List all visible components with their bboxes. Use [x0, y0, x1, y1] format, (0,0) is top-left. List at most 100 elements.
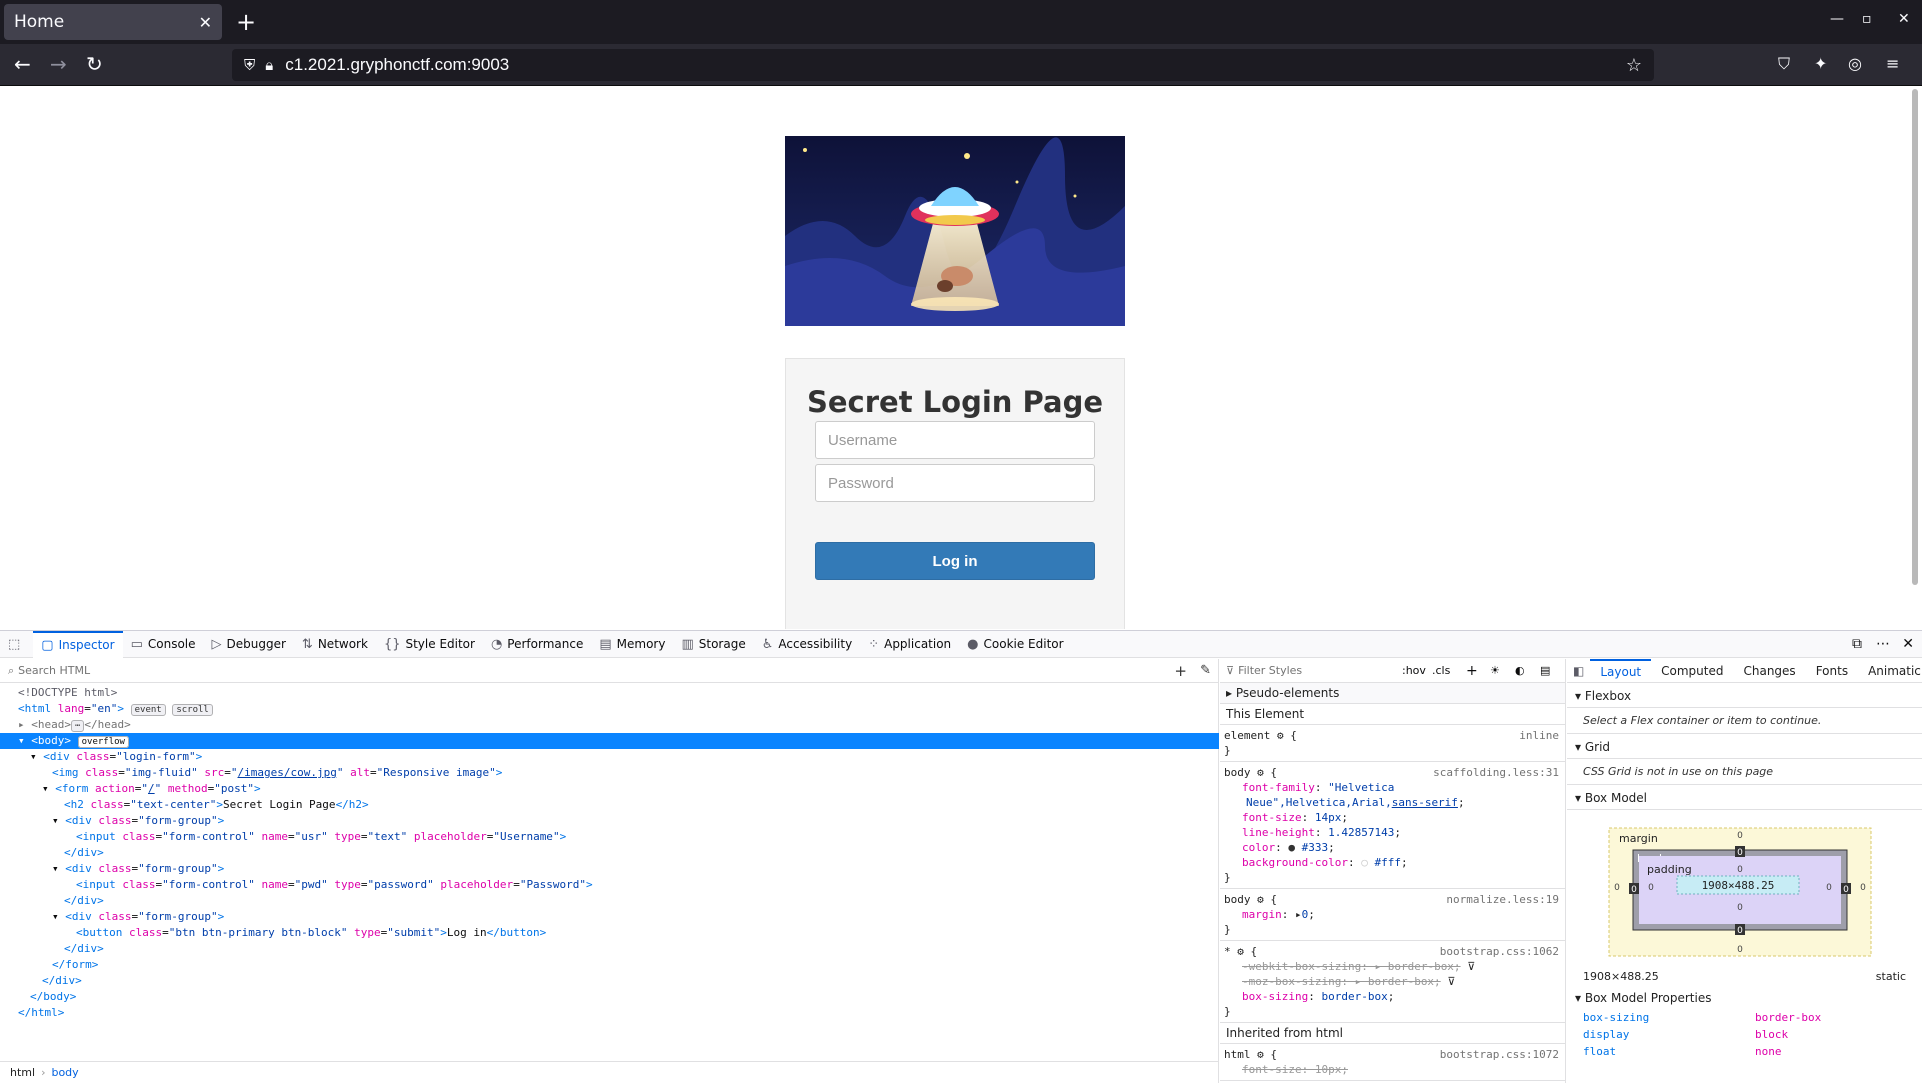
- more-options-icon[interactable]: ⋯: [1876, 636, 1890, 652]
- maximize-icon[interactable]: ▫: [1862, 11, 1872, 27]
- tab-console[interactable]: ▭ Console: [123, 631, 204, 658]
- url-bar[interactable]: ⛨ 🔒︎ c1.2021.gryphonctf.com:9003 ☆: [232, 49, 1654, 81]
- svg-text:0: 0: [1737, 848, 1743, 858]
- form-group-node[interactable]: ▾ <div class="form-group">: [0, 861, 1219, 877]
- element-picker-icon[interactable]: ⬚: [0, 631, 33, 658]
- button-node[interactable]: <button class="btn btn-primary btn-block…: [0, 925, 1219, 941]
- tab-performance[interactable]: ◔ Performance: [483, 631, 591, 658]
- doctype-line[interactable]: <!DOCTYPE html>: [0, 685, 1219, 701]
- h2-node[interactable]: <h2 class="text-center">Secret Login Pag…: [0, 797, 1219, 813]
- devtools-panel: ⬚ ▢ Inspector ▭ Console ▷ Debugger ⇅ Network…: [0, 630, 1922, 1083]
- this-element-heading: This Element: [1220, 704, 1565, 725]
- bookmark-star-icon[interactable]: ☆: [1626, 55, 1642, 76]
- form-group-node[interactable]: ▾ <div class="form-group">: [0, 813, 1219, 829]
- light-theme-icon[interactable]: ☀: [1490, 664, 1500, 677]
- print-media-icon[interactable]: ▤: [1540, 664, 1550, 677]
- add-node-icon[interactable]: +: [1174, 662, 1187, 680]
- hov-toggle[interactable]: :hov: [1402, 664, 1426, 677]
- menu-icon[interactable]: ≡: [1886, 52, 1899, 76]
- element-rule[interactable]: element ⚙ {inline}: [1220, 725, 1565, 762]
- box-size-row: 1908×488.25 static: [1567, 968, 1922, 985]
- color-swatch-icon: ●: [1288, 841, 1295, 854]
- body-rule-scaffolding[interactable]: body ⚙ {scaffolding.less:31 font-family:…: [1220, 762, 1565, 889]
- password-input-node[interactable]: <input class="form-control" name="pwd" t…: [0, 877, 1219, 893]
- tab-layout[interactable]: Layout: [1590, 659, 1652, 683]
- url-text[interactable]: c1.2021.gryphonctf.com:9003: [285, 55, 509, 75]
- head-node[interactable]: ▸ <head> ⋯ </head>: [0, 717, 1219, 733]
- flexbox-note: Select a Flex container or item to conti…: [1567, 708, 1922, 734]
- dark-theme-icon[interactable]: ◐: [1515, 664, 1525, 677]
- ufo-hero-image: [785, 136, 1125, 326]
- html-rule[interactable]: html ⚙ {bootstrap.css:1072 font-size: 10…: [1220, 1044, 1565, 1081]
- tab-inspector[interactable]: ▢ Inspector: [33, 630, 123, 658]
- html-node[interactable]: <html lang="en"> event scroll: [0, 701, 1219, 717]
- layout-view: ◧ Layout Computed Changes Fonts Animatic…: [1567, 659, 1922, 1083]
- browser-tab[interactable]: Home ✕: [4, 4, 222, 40]
- color-swatch-icon: ○: [1361, 856, 1368, 869]
- body-node[interactable]: ▾ <body> overflow: [0, 733, 1219, 749]
- div-close-node[interactable]: </div>: [0, 893, 1219, 909]
- dock-icon[interactable]: ⧉: [1852, 636, 1862, 652]
- box-size-text: 1908×488.25: [1583, 970, 1659, 983]
- tab-computed[interactable]: Computed: [1651, 659, 1733, 683]
- tab-storage[interactable]: ▥ Storage: [673, 631, 753, 658]
- lock-icon[interactable]: 🔒︎: [265, 56, 273, 74]
- html-search[interactable]: ⌕ Search HTML + ✎: [0, 659, 1219, 683]
- back-icon[interactable]: ←: [14, 52, 31, 76]
- new-tab-icon[interactable]: +: [236, 8, 256, 36]
- login-form-div-node[interactable]: ▾ <div class="login-form">: [0, 749, 1219, 765]
- form-close-node[interactable]: </form>: [0, 957, 1219, 973]
- tab-style-editor[interactable]: {} Style Editor: [376, 631, 483, 658]
- extension-icon[interactable]: ✦: [1814, 52, 1827, 76]
- flexbox-section[interactable]: ▾ Flexbox: [1567, 683, 1922, 708]
- tab-application[interactable]: ⁘ Application: [860, 631, 959, 658]
- search-html-placeholder[interactable]: Search HTML: [18, 664, 90, 677]
- password-input[interactable]: [815, 464, 1095, 502]
- close-tab-icon[interactable]: ✕: [199, 13, 212, 32]
- window-close-icon[interactable]: ✕: [1898, 11, 1910, 27]
- minimize-icon[interactable]: —: [1830, 11, 1844, 27]
- login-title: Secret Login Page: [807, 385, 1103, 419]
- box-model-properties-section[interactable]: ▾ Box Model Properties: [1567, 985, 1922, 1009]
- body-close-node[interactable]: </body>: [0, 989, 1219, 1005]
- tab-network[interactable]: ⇅ Network: [294, 631, 376, 658]
- tab-changes[interactable]: Changes: [1733, 659, 1805, 683]
- forward-icon[interactable]: →: [50, 52, 67, 76]
- pocket-icon[interactable]: ⛉: [1778, 52, 1790, 76]
- tab-debugger[interactable]: ▷ Debugger: [204, 631, 294, 658]
- tab-fonts[interactable]: Fonts: [1806, 659, 1858, 683]
- tab-cookie-editor[interactable]: ● Cookie Editor: [959, 631, 1071, 658]
- img-node[interactable]: <img class="img-fluid" src="/images/cow.…: [0, 765, 1219, 781]
- add-rule-icon[interactable]: +: [1466, 663, 1478, 679]
- svg-text:0: 0: [1843, 885, 1849, 895]
- tab-accessibility[interactable]: ♿︎ Accessibility: [754, 631, 861, 658]
- star-rule[interactable]: * ⚙ {bootstrap.css:1062 -webkit-box-sizi…: [1220, 941, 1565, 1023]
- grid-section[interactable]: ▾ Grid: [1567, 734, 1922, 759]
- div-close-node[interactable]: </div>: [0, 845, 1219, 861]
- tab-memory[interactable]: ▤ Memory: [591, 631, 673, 658]
- inherited-heading: Inherited from html: [1220, 1023, 1565, 1044]
- breadcrumb-body[interactable]: body: [51, 1066, 78, 1079]
- div-close-node[interactable]: </div>: [0, 973, 1219, 989]
- toggle-sidebar-icon[interactable]: ◧: [1573, 664, 1584, 678]
- tab-animations[interactable]: Animatic: [1858, 659, 1922, 683]
- div-close-node[interactable]: </div>: [0, 941, 1219, 957]
- box-model-section[interactable]: ▾ Box Model: [1567, 785, 1922, 810]
- pseudo-elements-toggle[interactable]: ▸ Pseudo-elements: [1220, 683, 1565, 704]
- reload-icon[interactable]: ↻: [86, 52, 103, 76]
- eyedropper-icon[interactable]: ✎: [1200, 663, 1211, 678]
- form-group-node[interactable]: ▾ <div class="form-group">: [0, 909, 1219, 925]
- shield-icon[interactable]: ⛨: [244, 56, 255, 74]
- username-input[interactable]: [815, 421, 1095, 459]
- html-close-node[interactable]: </html>: [0, 1005, 1219, 1021]
- page-scrollbar[interactable]: [1912, 89, 1918, 585]
- login-button[interactable]: Log in: [815, 542, 1095, 580]
- username-input-node[interactable]: <input class="form-control" name="usr" t…: [0, 829, 1219, 845]
- body-rule-normalize[interactable]: body ⚙ {normalize.less:19 margin: ▸0;}: [1220, 889, 1565, 941]
- filter-styles-input[interactable]: Filter Styles: [1238, 664, 1302, 677]
- cls-toggle[interactable]: .cls: [1432, 664, 1450, 677]
- account-icon[interactable]: ◎: [1848, 52, 1862, 76]
- form-node[interactable]: ▾ <form action="/" method="post">: [0, 781, 1219, 797]
- breadcrumb-html[interactable]: html: [10, 1066, 35, 1079]
- close-devtools-icon[interactable]: ✕: [1902, 636, 1914, 652]
